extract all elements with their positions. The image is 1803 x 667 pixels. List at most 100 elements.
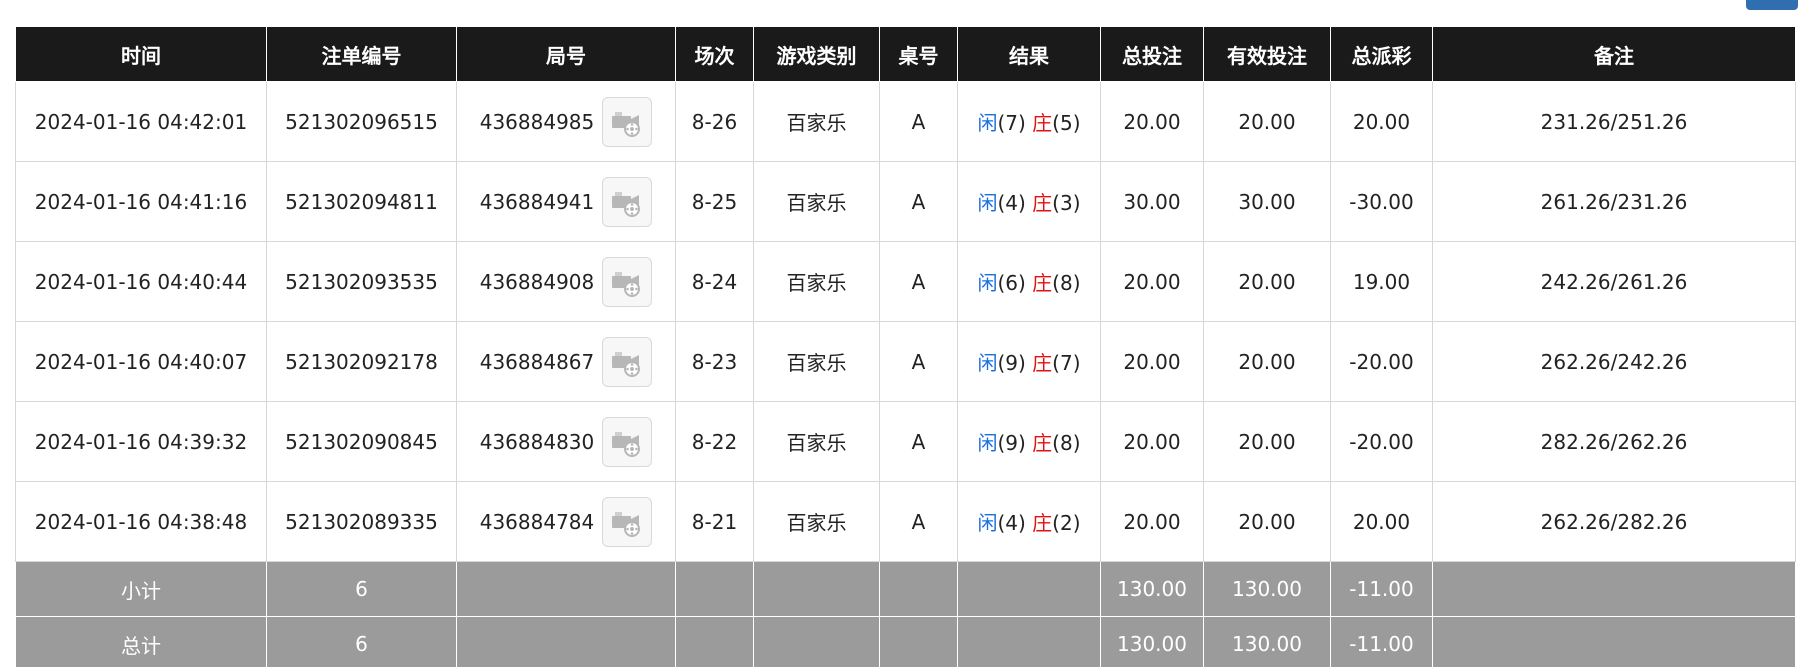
- cell-time: 2024-01-16 04:42:01: [15, 81, 267, 162]
- banker-label: 庄: [1032, 271, 1053, 295]
- cell-result: 闲(7) 庄(5): [957, 81, 1101, 162]
- summary-empty: [957, 616, 1101, 667]
- cell-total-bet: 20.00: [1100, 241, 1204, 322]
- cell-table-no: A: [879, 81, 958, 162]
- video-replay-icon[interactable]: [602, 96, 653, 147]
- cell-table-no: A: [879, 481, 958, 562]
- summary-payout: -11.00: [1330, 561, 1433, 617]
- player-points: (6): [997, 271, 1026, 295]
- round-id-text: 436884941: [479, 189, 595, 214]
- cell-payout: -20.00: [1330, 321, 1433, 402]
- summary-label: 小计: [15, 561, 267, 617]
- cell-round-id: 436884867: [456, 321, 676, 402]
- video-replay-icon-graphic: [612, 511, 641, 537]
- cell-game-type: 百家乐: [753, 241, 880, 322]
- cell-shoe: 8-23: [675, 321, 754, 402]
- cell-time: 2024-01-16 04:38:48: [15, 481, 267, 562]
- summary-count: 6: [266, 616, 457, 667]
- round-id-wrap: 436884784: [479, 496, 653, 547]
- cell-payout: -20.00: [1330, 401, 1433, 482]
- corner-action-button[interactable]: [1746, 0, 1798, 10]
- player-label: 闲: [977, 191, 998, 215]
- summary-empty: [753, 616, 880, 667]
- subtotal-row: 小计 6 130.00 130.00 -11.00: [15, 561, 1796, 617]
- cell-result: 闲(6) 庄(8): [957, 241, 1101, 322]
- video-replay-icon[interactable]: [602, 256, 653, 307]
- video-replay-icon[interactable]: [602, 336, 653, 387]
- header-round-id: 局号: [456, 26, 676, 82]
- player-label: 闲: [977, 351, 998, 375]
- video-replay-icon-graphic: [612, 431, 641, 457]
- cell-shoe: 8-21: [675, 481, 754, 562]
- video-replay-icon[interactable]: [602, 416, 653, 467]
- cell-table-no: A: [879, 241, 958, 322]
- player-points: (9): [997, 351, 1026, 375]
- round-id-text: 436884908: [479, 269, 595, 294]
- cell-note: 261.26/231.26: [1432, 161, 1796, 242]
- player-points: (9): [997, 431, 1026, 455]
- cell-bet-id: 521302092178: [266, 321, 457, 402]
- summary-valid-bet: 130.00: [1203, 616, 1331, 667]
- cell-total-bet: 20.00: [1100, 481, 1204, 562]
- cell-game-type: 百家乐: [753, 321, 880, 402]
- cell-game-type: 百家乐: [753, 161, 880, 242]
- video-replay-icon-graphic: [612, 111, 641, 137]
- cell-round-id: 436884985: [456, 81, 676, 162]
- summary-total-bet: 130.00: [1100, 616, 1204, 667]
- header-game-type: 游戏类别: [753, 26, 880, 82]
- summary-empty: [957, 561, 1101, 617]
- banker-points: (3): [1052, 191, 1081, 215]
- banker-points: (8): [1052, 431, 1081, 455]
- round-id-text: 436884784: [479, 509, 595, 534]
- table-row: 2024-01-16 04:39:32 521302090845 4368848…: [15, 401, 1796, 482]
- cell-game-type: 百家乐: [753, 401, 880, 482]
- table-header-row: 时间 注单编号 局号 场次 游戏类别 桌号 结果 总投注 有效投注 总派彩 备注: [15, 26, 1796, 82]
- header-note: 备注: [1432, 26, 1796, 82]
- banker-label: 庄: [1032, 511, 1053, 535]
- cell-result: 闲(9) 庄(7): [957, 321, 1101, 402]
- cell-bet-id: 521302089335: [266, 481, 457, 562]
- banker-points: (2): [1052, 511, 1081, 535]
- cell-note: 282.26/262.26: [1432, 401, 1796, 482]
- header-total-bet: 总投注: [1100, 26, 1204, 82]
- header-bet-id: 注单编号: [266, 26, 457, 82]
- header-payout: 总派彩: [1330, 26, 1433, 82]
- cell-time: 2024-01-16 04:40:07: [15, 321, 267, 402]
- round-id-text: 436884985: [479, 109, 595, 134]
- cell-shoe: 8-26: [675, 81, 754, 162]
- header-result: 结果: [957, 26, 1101, 82]
- summary-valid-bet: 130.00: [1203, 561, 1331, 617]
- cell-result: 闲(9) 庄(8): [957, 401, 1101, 482]
- cell-payout: 20.00: [1330, 481, 1433, 562]
- video-replay-icon[interactable]: [602, 496, 653, 547]
- cell-table-no: A: [879, 321, 958, 402]
- video-replay-icon-graphic: [612, 191, 641, 217]
- cell-bet-id: 521302096515: [266, 81, 457, 162]
- video-replay-icon[interactable]: [602, 176, 653, 227]
- cell-result: 闲(4) 庄(3): [957, 161, 1101, 242]
- round-id-text: 436884830: [479, 429, 595, 454]
- summary-empty: [1432, 561, 1796, 617]
- banker-label: 庄: [1032, 191, 1053, 215]
- banker-label: 庄: [1032, 351, 1053, 375]
- player-label: 闲: [977, 431, 998, 455]
- cell-note: 231.26/251.26: [1432, 81, 1796, 162]
- summary-empty: [456, 616, 676, 667]
- player-points: (4): [997, 191, 1026, 215]
- cell-round-id: 436884941: [456, 161, 676, 242]
- table-row: 2024-01-16 04:41:16 521302094811 4368849…: [15, 161, 1796, 242]
- cell-payout: 19.00: [1330, 241, 1433, 322]
- bet-records-table: 时间 注单编号 局号 场次 游戏类别 桌号 结果 总投注 有效投注 总派彩 备注…: [15, 26, 1796, 667]
- summary-empty: [1432, 616, 1796, 667]
- cell-valid-bet: 30.00: [1203, 161, 1331, 242]
- cell-total-bet: 30.00: [1100, 161, 1204, 242]
- summary-empty: [879, 616, 958, 667]
- cell-time: 2024-01-16 04:41:16: [15, 161, 267, 242]
- player-points: (7): [997, 111, 1026, 135]
- summary-empty: [675, 616, 754, 667]
- player-points: (4): [997, 511, 1026, 535]
- player-label: 闲: [977, 511, 998, 535]
- summary-total-bet: 130.00: [1100, 561, 1204, 617]
- cell-valid-bet: 20.00: [1203, 321, 1331, 402]
- cell-total-bet: 20.00: [1100, 321, 1204, 402]
